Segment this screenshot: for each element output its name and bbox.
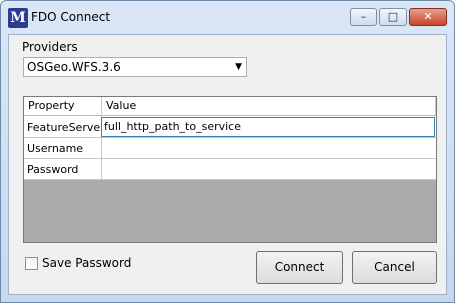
column-header-value[interactable]: Value (102, 97, 436, 116)
row-divider (24, 179, 436, 180)
minimize-button[interactable]: – (350, 8, 377, 26)
app-icon: M (8, 8, 28, 28)
connect-button[interactable]: Connect (256, 251, 343, 284)
row-divider (24, 158, 436, 159)
column-header-property[interactable]: Property (24, 97, 102, 116)
property-name-username: Username (27, 142, 84, 155)
username-value-input[interactable] (104, 142, 434, 156)
providers-dropdown[interactable]: OSGeo.WFS.3.6 ▼ (23, 57, 247, 77)
window-title: FDO Connect (31, 10, 111, 24)
providers-selected-value: OSGeo.WFS.3.6 (27, 60, 121, 74)
properties-grid-rows: Property Value FeatureServer full_http_p… (24, 97, 436, 180)
cancel-button[interactable]: Cancel (352, 251, 437, 284)
maximize-icon: □ (387, 10, 399, 23)
save-password-label[interactable]: Save Password (42, 256, 131, 270)
column-divider (101, 97, 102, 179)
fdo-connect-dialog: M FDO Connect – □ ✕ Providers OSGeo.WFS.… (0, 0, 455, 303)
row-divider (24, 137, 436, 138)
providers-label: Providers (22, 40, 78, 54)
close-icon: ✕ (423, 10, 433, 23)
password-value-input[interactable] (104, 163, 434, 177)
property-name-password: Password (27, 163, 79, 176)
featureserver-value-input[interactable]: full_http_path_to_service (101, 117, 435, 137)
properties-grid: Property Value FeatureServer full_http_p… (23, 96, 437, 243)
dialog-body: Providers OSGeo.WFS.3.6 ▼ Property Value… (8, 34, 447, 295)
minimize-icon: – (360, 10, 367, 23)
chevron-down-icon[interactable]: ▼ (235, 62, 242, 72)
close-button[interactable]: ✕ (409, 8, 447, 26)
title-bar: M FDO Connect – □ ✕ (1, 1, 454, 35)
property-name-featureserver: FeatureServer (27, 121, 105, 134)
maximize-button[interactable]: □ (379, 8, 407, 26)
save-password-checkbox[interactable] (25, 257, 38, 270)
